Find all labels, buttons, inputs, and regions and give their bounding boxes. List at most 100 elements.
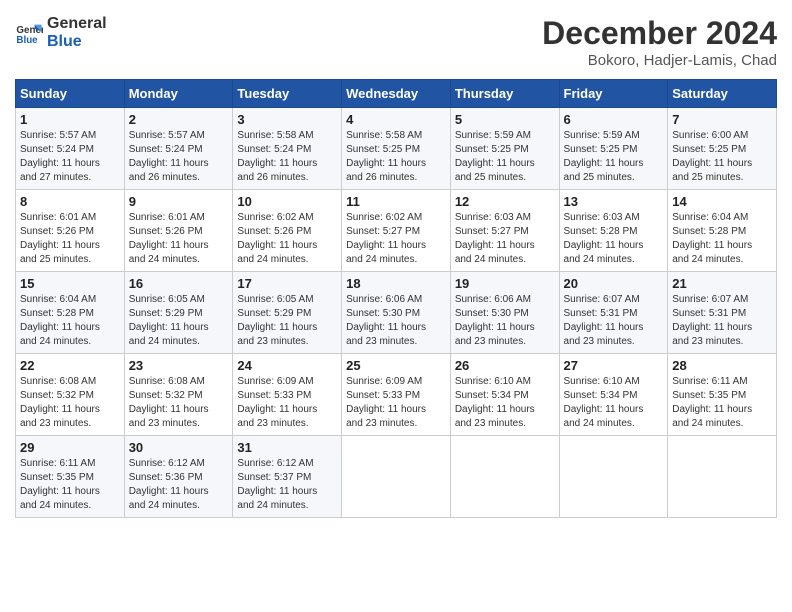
header-wednesday: Wednesday [342,80,451,108]
calendar-week-1: 1Sunrise: 5:57 AMSunset: 5:24 PMDaylight… [16,108,777,190]
table-row: 22 Sunrise: 6:08 AMSunset: 5:32 PMDayligh… [16,354,125,436]
table-row: 3 Sunrise: 5:58 AMSunset: 5:24 PMDaylight… [233,108,342,190]
day-info: Sunrise: 5:58 AMSunset: 5:24 PMDaylight:… [237,129,337,185]
page-header: General Blue General Blue December 2024 … [15,15,777,69]
table-row: 5 Sunrise: 5:59 AMSunset: 5:25 PMDaylight… [450,108,559,190]
calendar-header-row: Sunday Monday Tuesday Wednesday Thursday… [16,80,777,108]
table-row: 24 Sunrise: 6:09 AMSunset: 5:33 PMDayligh… [233,354,342,436]
day-info: Sunrise: 6:11 AMSunset: 5:35 PMDaylight:… [20,457,120,513]
day-number: 14 [672,194,772,209]
logo-general: General [47,15,107,33]
day-number: 28 [672,358,772,373]
header-friday: Friday [559,80,668,108]
day-info: Sunrise: 6:07 AMSunset: 5:31 PMDaylight:… [564,293,664,349]
day-number: 5 [455,112,555,127]
table-row: 20Sunrise: 6:07 AMSunset: 5:31 PMDayligh… [559,272,668,354]
day-info: Sunrise: 6:10 AMSunset: 5:34 PMDaylight:… [455,375,555,431]
table-row: 1Sunrise: 5:57 AMSunset: 5:24 PMDaylight… [16,108,125,190]
table-row: 18 Sunrise: 6:06 AMSunset: 5:30 PMDayligh… [342,272,451,354]
day-number: 12 [455,194,555,209]
day-number: 19 [455,276,555,291]
calendar-table: Sunday Monday Tuesday Wednesday Thursday… [15,79,777,518]
table-row: 26 Sunrise: 6:10 AMSunset: 5:34 PMDayligh… [450,354,559,436]
table-row: 27Sunrise: 6:10 AMSunset: 5:34 PMDayligh… [559,354,668,436]
day-info: Sunrise: 5:59 AMSunset: 5:25 PMDaylight:… [455,129,555,185]
table-row: 23 Sunrise: 6:08 AMSunset: 5:32 PMDayligh… [124,354,233,436]
day-info: Sunrise: 5:57 AMSunset: 5:24 PMDaylight:… [129,129,229,185]
day-number: 31 [237,440,337,455]
table-row: 14 Sunrise: 6:04 AMSunset: 5:28 PMDayligh… [668,190,777,272]
day-info: Sunrise: 6:08 AMSunset: 5:32 PMDaylight:… [20,375,120,431]
day-info: Sunrise: 6:04 AMSunset: 5:28 PMDaylight:… [20,293,120,349]
table-row: 6 Sunrise: 5:59 AMSunset: 5:25 PMDaylight… [559,108,668,190]
day-number: 13 [564,194,664,209]
table-row [668,436,777,518]
day-info: Sunrise: 6:06 AMSunset: 5:30 PMDaylight:… [346,293,446,349]
table-row: 25 Sunrise: 6:09 AMSunset: 5:33 PMDayligh… [342,354,451,436]
table-row: 28 Sunrise: 6:11 AMSunset: 5:35 PMDayligh… [668,354,777,436]
day-info: Sunrise: 6:01 AMSunset: 5:26 PMDaylight:… [129,211,229,267]
day-info: Sunrise: 6:12 AMSunset: 5:37 PMDaylight:… [237,457,337,513]
table-row: 12 Sunrise: 6:03 AMSunset: 5:27 PMDayligh… [450,190,559,272]
day-number: 9 [129,194,229,209]
day-info: Sunrise: 6:12 AMSunset: 5:36 PMDaylight:… [129,457,229,513]
table-row: 31 Sunrise: 6:12 AMSunset: 5:37 PMDayligh… [233,436,342,518]
day-info: Sunrise: 5:59 AMSunset: 5:25 PMDaylight:… [564,129,664,185]
table-row: 21Sunrise: 6:07 AMSunset: 5:31 PMDayligh… [668,272,777,354]
day-number: 11 [346,194,446,209]
header-tuesday: Tuesday [233,80,342,108]
calendar-week-2: 8 Sunrise: 6:01 AMSunset: 5:26 PMDaylight… [16,190,777,272]
logo-blue: Blue [47,33,107,51]
day-info: Sunrise: 5:58 AMSunset: 5:25 PMDaylight:… [346,129,446,185]
table-row: 2Sunrise: 5:57 AMSunset: 5:24 PMDaylight… [124,108,233,190]
day-info: Sunrise: 6:08 AMSunset: 5:32 PMDaylight:… [129,375,229,431]
day-number: 22 [20,358,120,373]
table-row: 8 Sunrise: 6:01 AMSunset: 5:26 PMDaylight… [16,190,125,272]
day-number: 7 [672,112,772,127]
day-info: Sunrise: 6:02 AMSunset: 5:27 PMDaylight:… [346,211,446,267]
location: Bokoro, Hadjer-Lamis, Chad [542,52,777,69]
day-number: 17 [237,276,337,291]
table-row: 17Sunrise: 6:05 AMSunset: 5:29 PMDayligh… [233,272,342,354]
table-row [559,436,668,518]
header-saturday: Saturday [668,80,777,108]
day-number: 4 [346,112,446,127]
day-info: Sunrise: 6:09 AMSunset: 5:33 PMDaylight:… [237,375,337,431]
day-number: 26 [455,358,555,373]
logo-icon: General Blue [15,19,43,47]
day-info: Sunrise: 5:57 AMSunset: 5:24 PMDaylight:… [20,129,120,185]
table-row: 15 Sunrise: 6:04 AMSunset: 5:28 PMDayligh… [16,272,125,354]
day-number: 8 [20,194,120,209]
day-info: Sunrise: 6:11 AMSunset: 5:35 PMDaylight:… [672,375,772,431]
table-row [450,436,559,518]
day-info: Sunrise: 6:02 AMSunset: 5:26 PMDaylight:… [237,211,337,267]
day-number: 24 [237,358,337,373]
day-number: 23 [129,358,229,373]
calendar-week-5: 29 Sunrise: 6:11 AMSunset: 5:35 PMDayligh… [16,436,777,518]
table-row: 7 Sunrise: 6:00 AMSunset: 5:25 PMDaylight… [668,108,777,190]
day-number: 25 [346,358,446,373]
calendar-week-3: 15 Sunrise: 6:04 AMSunset: 5:28 PMDayligh… [16,272,777,354]
day-info: Sunrise: 6:03 AMSunset: 5:27 PMDaylight:… [455,211,555,267]
table-row: 13Sunrise: 6:03 AMSunset: 5:28 PMDayligh… [559,190,668,272]
table-row: 10Sunrise: 6:02 AMSunset: 5:26 PMDayligh… [233,190,342,272]
day-number: 18 [346,276,446,291]
day-number: 6 [564,112,664,127]
day-info: Sunrise: 6:01 AMSunset: 5:26 PMDaylight:… [20,211,120,267]
day-info: Sunrise: 6:09 AMSunset: 5:33 PMDaylight:… [346,375,446,431]
table-row: 16Sunrise: 6:05 AMSunset: 5:29 PMDayligh… [124,272,233,354]
day-number: 15 [20,276,120,291]
table-row: 11 Sunrise: 6:02 AMSunset: 5:27 PMDayligh… [342,190,451,272]
day-number: 29 [20,440,120,455]
table-row [342,436,451,518]
day-info: Sunrise: 6:00 AMSunset: 5:25 PMDaylight:… [672,129,772,185]
day-info: Sunrise: 6:04 AMSunset: 5:28 PMDaylight:… [672,211,772,267]
day-number: 21 [672,276,772,291]
calendar-week-4: 22 Sunrise: 6:08 AMSunset: 5:32 PMDayligh… [16,354,777,436]
day-info: Sunrise: 6:05 AMSunset: 5:29 PMDaylight:… [129,293,229,349]
title-block: December 2024 Bokoro, Hadjer-Lamis, Chad [542,15,777,69]
table-row: 30Sunrise: 6:12 AMSunset: 5:36 PMDayligh… [124,436,233,518]
table-row: 29 Sunrise: 6:11 AMSunset: 5:35 PMDayligh… [16,436,125,518]
day-number: 3 [237,112,337,127]
table-row: 9 Sunrise: 6:01 AMSunset: 5:26 PMDaylight… [124,190,233,272]
